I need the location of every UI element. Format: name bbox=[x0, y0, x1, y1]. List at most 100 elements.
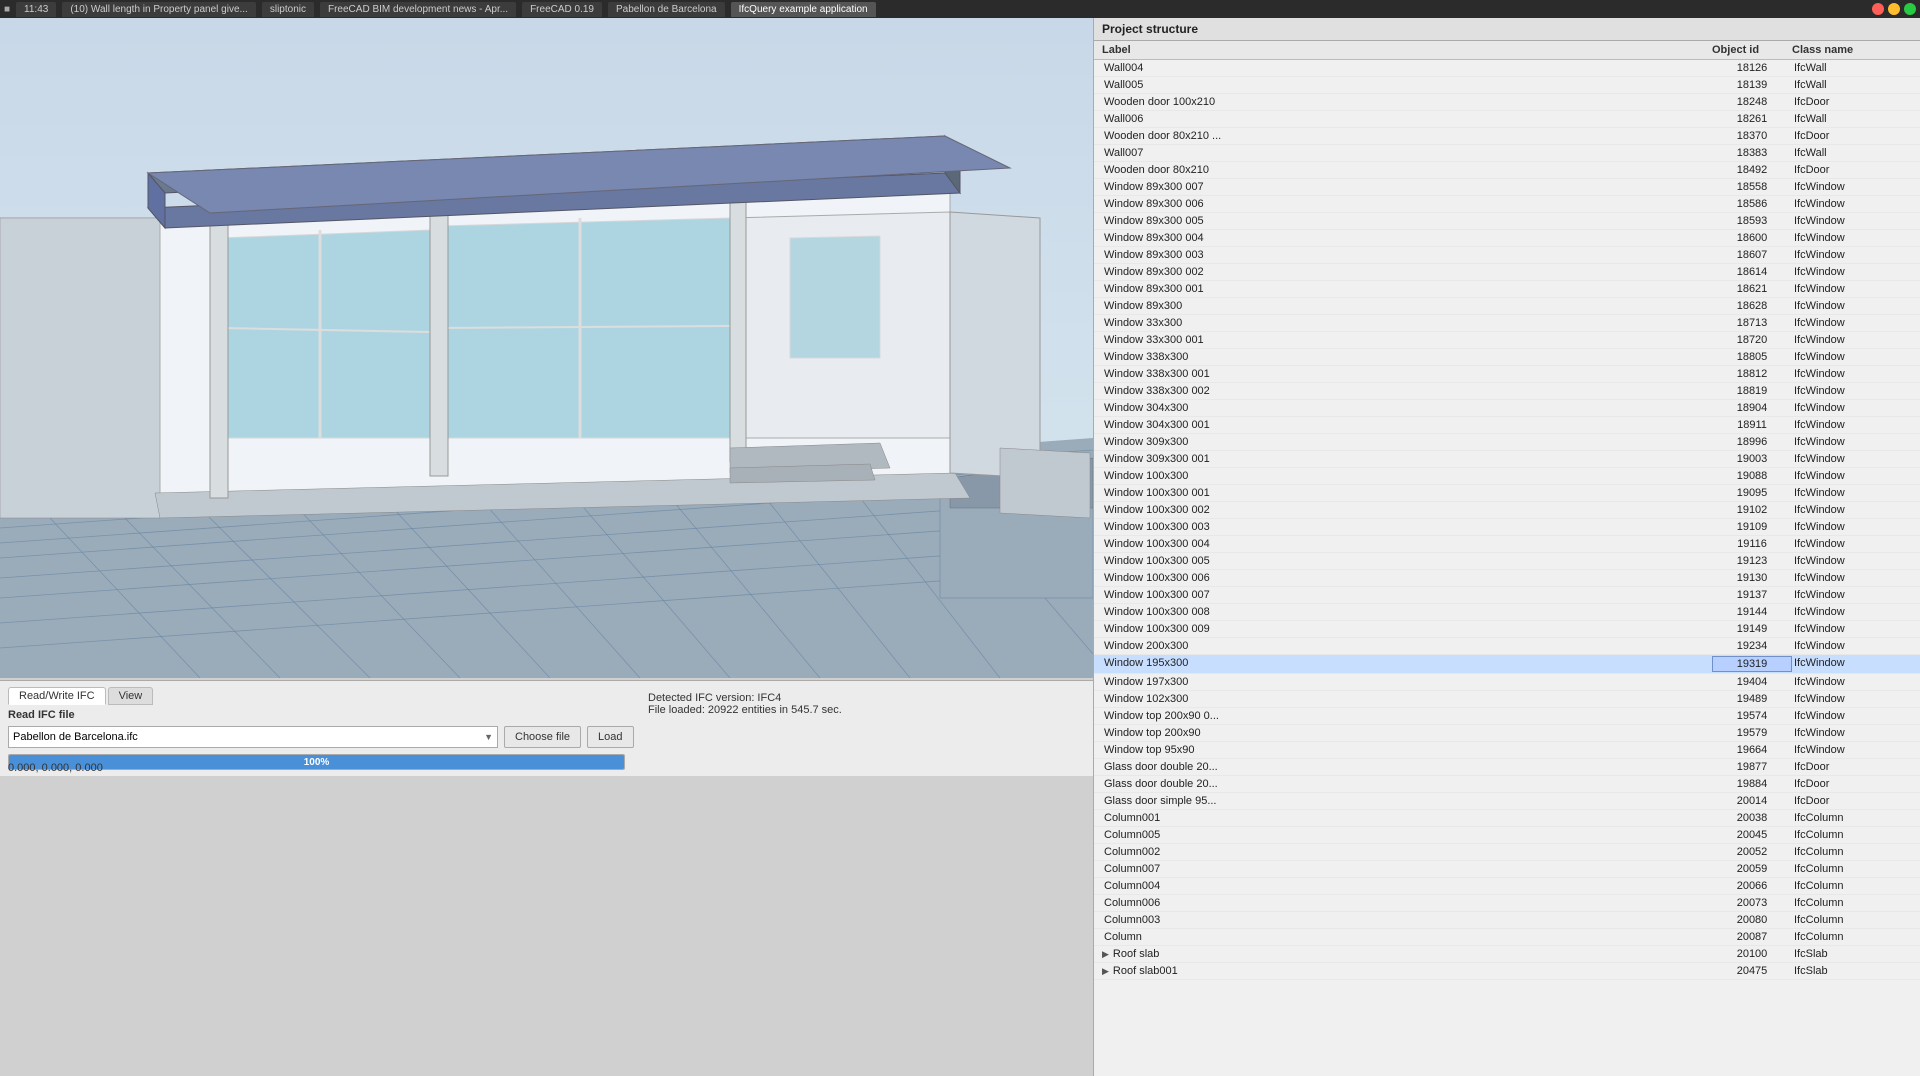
table-row[interactable]: Glass door simple 95...20014IfcDoor bbox=[1094, 793, 1920, 810]
row-id: 20066 bbox=[1712, 879, 1792, 893]
table-row[interactable]: Window 33x30018713IfcWindow bbox=[1094, 315, 1920, 332]
table-row[interactable]: Window 100x300 00119095IfcWindow bbox=[1094, 485, 1920, 502]
tab-pabellon[interactable]: Pabellon de Barcelona bbox=[608, 2, 725, 17]
table-row[interactable]: Window 89x300 00218614IfcWindow bbox=[1094, 264, 1920, 281]
tab-view[interactable]: View bbox=[108, 687, 154, 705]
table-row[interactable]: Window 304x30018904IfcWindow bbox=[1094, 400, 1920, 417]
file-selector[interactable]: Pabellon de Barcelona.ifc ▼ bbox=[8, 726, 498, 748]
table-row[interactable]: Wall00418126IfcWall bbox=[1094, 60, 1920, 77]
table-row[interactable]: Column00320080IfcColumn bbox=[1094, 912, 1920, 929]
table-row[interactable]: Column00520045IfcColumn bbox=[1094, 827, 1920, 844]
row-id: 19123 bbox=[1712, 554, 1792, 568]
table-row[interactable]: Column00620073IfcColumn bbox=[1094, 895, 1920, 912]
col-label: Label bbox=[1102, 44, 1712, 56]
viewport[interactable] bbox=[0, 18, 1093, 678]
row-id: 20073 bbox=[1712, 896, 1792, 910]
table-row[interactable]: Window 100x300 00719137IfcWindow bbox=[1094, 587, 1920, 604]
table-row[interactable]: Column00120038IfcColumn bbox=[1094, 810, 1920, 827]
table-row[interactable]: Glass door double 20...19877IfcDoor bbox=[1094, 759, 1920, 776]
table-row[interactable]: Window 100x30019088IfcWindow bbox=[1094, 468, 1920, 485]
table-row[interactable]: Window 33x300 00118720IfcWindow bbox=[1094, 332, 1920, 349]
table-row[interactable]: Window 100x300 00919149IfcWindow bbox=[1094, 621, 1920, 638]
row-label: Window 100x300 006 bbox=[1102, 571, 1712, 585]
table-row[interactable]: Window 338x300 00218819IfcWindow bbox=[1094, 383, 1920, 400]
table-row[interactable]: Window 102x30019489IfcWindow bbox=[1094, 691, 1920, 708]
table-row[interactable]: Window 100x300 00619130IfcWindow bbox=[1094, 570, 1920, 587]
expand-cell[interactable]: ▶Roof slab bbox=[1102, 947, 1712, 961]
tab-ifcquery[interactable]: IfcQuery example application bbox=[731, 2, 876, 17]
row-id: 18713 bbox=[1712, 316, 1792, 330]
row-class: IfcColumn bbox=[1792, 913, 1912, 927]
table-row[interactable]: Window 100x300 00419116IfcWindow bbox=[1094, 536, 1920, 553]
row-id: 19130 bbox=[1712, 571, 1792, 585]
tab-sliptonic[interactable]: sliptonic bbox=[262, 2, 314, 17]
table-row[interactable]: Wall00518139IfcWall bbox=[1094, 77, 1920, 94]
table-row[interactable]: Window 89x300 00318607IfcWindow bbox=[1094, 247, 1920, 264]
table-row[interactable]: Window 89x300 00718558IfcWindow bbox=[1094, 179, 1920, 196]
maximize-btn[interactable] bbox=[1904, 3, 1916, 15]
table-row[interactable]: Window 89x300 00518593IfcWindow bbox=[1094, 213, 1920, 230]
expand-cell[interactable]: ▶Roof slab001 bbox=[1102, 964, 1712, 978]
expandable-row[interactable]: ▶Roof slab20100IfcSlab bbox=[1094, 946, 1920, 963]
table-row[interactable]: Window top 200x90 0...19574IfcWindow bbox=[1094, 708, 1920, 725]
tab-wall-length[interactable]: (10) Wall length in Property panel give.… bbox=[62, 2, 256, 17]
minimize-btn[interactable] bbox=[1888, 3, 1900, 15]
table-row[interactable]: Window 89x300 00618586IfcWindow bbox=[1094, 196, 1920, 213]
row-id: 19319 bbox=[1712, 656, 1792, 672]
table-row[interactable]: Window 304x300 00118911IfcWindow bbox=[1094, 417, 1920, 434]
expandable-row[interactable]: ▶Roof slab00120475IfcSlab bbox=[1094, 963, 1920, 980]
table-row[interactable]: Window top 200x9019579IfcWindow bbox=[1094, 725, 1920, 742]
table-row[interactable]: Wall00718383IfcWall bbox=[1094, 145, 1920, 162]
row-label: Column007 bbox=[1102, 862, 1712, 876]
row-id: 18558 bbox=[1712, 180, 1792, 194]
row-label: Window 304x300 001 bbox=[1102, 418, 1712, 432]
row-id: 18370 bbox=[1712, 129, 1792, 143]
table-row[interactable]: Window 200x30019234IfcWindow bbox=[1094, 638, 1920, 655]
load-button[interactable]: Load bbox=[587, 726, 633, 748]
table-row[interactable]: Window 338x300 00118812IfcWindow bbox=[1094, 366, 1920, 383]
row-class: IfcWindow bbox=[1792, 639, 1912, 653]
row-class: IfcWindow bbox=[1792, 435, 1912, 449]
table-row[interactable]: Wooden door 80x210 ...18370IfcDoor bbox=[1094, 128, 1920, 145]
table-row[interactable]: Window 100x300 00319109IfcWindow bbox=[1094, 519, 1920, 536]
table-row[interactable]: Window 197x30019404IfcWindow bbox=[1094, 674, 1920, 691]
row-class: IfcWindow bbox=[1792, 656, 1912, 672]
row-id: 19137 bbox=[1712, 588, 1792, 602]
table-row[interactable]: Window 100x300 00519123IfcWindow bbox=[1094, 553, 1920, 570]
table-row[interactable]: Column00720059IfcColumn bbox=[1094, 861, 1920, 878]
table-row[interactable]: Window 100x300 00819144IfcWindow bbox=[1094, 604, 1920, 621]
row-id: 20059 bbox=[1712, 862, 1792, 876]
row-id: 20038 bbox=[1712, 811, 1792, 825]
table-row[interactable]: Column20087IfcColumn bbox=[1094, 929, 1920, 946]
tab-freecad-019[interactable]: FreeCAD 0.19 bbox=[522, 2, 602, 17]
tab-read-write-ifc[interactable]: Read/Write IFC bbox=[8, 687, 106, 705]
table-row[interactable]: Window 195x30019319IfcWindow bbox=[1094, 655, 1920, 674]
col-class-name: Class name bbox=[1792, 44, 1912, 56]
table-row[interactable]: Window 309x30018996IfcWindow bbox=[1094, 434, 1920, 451]
table-row[interactable]: Column00420066IfcColumn bbox=[1094, 878, 1920, 895]
table-row[interactable]: Window 89x300 00118621IfcWindow bbox=[1094, 281, 1920, 298]
table-row[interactable]: Glass door double 20...19884IfcDoor bbox=[1094, 776, 1920, 793]
read-ifc-label: Read IFC file bbox=[8, 709, 1085, 721]
row-class: IfcDoor bbox=[1792, 794, 1912, 808]
table-row[interactable]: Window top 95x9019664IfcWindow bbox=[1094, 742, 1920, 759]
table-row[interactable]: Column00220052IfcColumn bbox=[1094, 844, 1920, 861]
close-btn[interactable] bbox=[1872, 3, 1884, 15]
table-row[interactable]: Window 89x300 00418600IfcWindow bbox=[1094, 230, 1920, 247]
tab-time[interactable]: 11:43 bbox=[16, 2, 56, 17]
file-selector-text: Pabellon de Barcelona.ifc bbox=[13, 731, 484, 743]
row-class: IfcWindow bbox=[1792, 265, 1912, 279]
table-row[interactable]: Window 338x30018805IfcWindow bbox=[1094, 349, 1920, 366]
table-row[interactable]: Wall00618261IfcWall bbox=[1094, 111, 1920, 128]
table-row[interactable]: Window 89x30018628IfcWindow bbox=[1094, 298, 1920, 315]
tab-freecad-bim[interactable]: FreeCAD BIM development news - Apr... bbox=[320, 2, 516, 17]
table-row[interactable]: Window 100x300 00219102IfcWindow bbox=[1094, 502, 1920, 519]
table-row[interactable]: Window 309x300 00119003IfcWindow bbox=[1094, 451, 1920, 468]
table-row[interactable]: Wooden door 100x21018248IfcDoor bbox=[1094, 94, 1920, 111]
row-label: Window 200x300 bbox=[1102, 639, 1712, 653]
table-row[interactable]: Wooden door 80x21018492IfcDoor bbox=[1094, 162, 1920, 179]
choose-file-button[interactable]: Choose file bbox=[504, 726, 581, 748]
row-id: 18904 bbox=[1712, 401, 1792, 415]
row-id: 20014 bbox=[1712, 794, 1792, 808]
row-id: 19877 bbox=[1712, 760, 1792, 774]
